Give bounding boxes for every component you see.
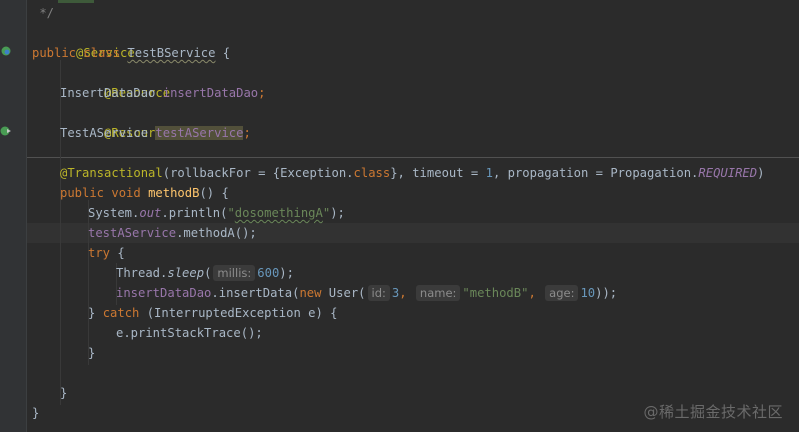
- keyword: public: [32, 46, 77, 60]
- code-line-17: }: [88, 346, 96, 360]
- brace: {: [215, 46, 231, 60]
- type-name: InsertDataDao: [60, 86, 156, 100]
- catch-clause: (InterruptedException e) {: [139, 306, 338, 320]
- param-hint: age:: [545, 285, 579, 301]
- keyword: catch: [102, 306, 140, 320]
- field-name: insertDataDao: [162, 86, 259, 100]
- field-ref: insertDataDao: [116, 286, 212, 300]
- code-line-10: System.out.println("dosomethingA");: [88, 203, 345, 223]
- param-hint: id:: [367, 285, 390, 301]
- transactional-annotation: @Transactional: [60, 166, 163, 180]
- type-name: TestAService: [60, 126, 149, 140]
- scroll-marker: [58, 0, 94, 3]
- constructor-call: User(: [321, 286, 366, 300]
- enum-constant: REQUIRED: [698, 166, 758, 180]
- keyword: void: [111, 186, 141, 200]
- annotation-args: }, timeout =: [390, 166, 486, 180]
- code-line-2: public class TestBService {: [32, 43, 230, 63]
- code-line-15: } catch (InterruptedException e) {: [88, 303, 338, 323]
- number-literal: 600: [257, 266, 280, 280]
- annotation-args: (rollbackFor = {Exception.: [162, 166, 354, 180]
- keyword: public: [60, 186, 105, 200]
- code-line-4: InsertDataDao insertDataDao;: [60, 83, 265, 103]
- code-line-16: e.printStackTrace();: [116, 326, 263, 340]
- annotation-args: , propagation = Propagation.: [492, 166, 699, 180]
- keyword: try: [88, 246, 111, 260]
- annotation-args: ): [757, 166, 765, 180]
- string-literal: "methodB": [462, 286, 529, 300]
- class-ref: System.: [88, 206, 140, 220]
- string-literal: dosomethingA: [234, 206, 323, 220]
- paren: (: [204, 266, 212, 280]
- comma: ,: [399, 286, 407, 300]
- method-call: .println(: [161, 206, 228, 220]
- statement-end: ));: [595, 286, 618, 300]
- semicolon: ;: [258, 86, 266, 100]
- semicolon: ;: [243, 126, 251, 140]
- param-hint: name:: [415, 285, 461, 301]
- code-line-1: @Service: [32, 23, 135, 60]
- editor-gutter[interactable]: [0, 0, 26, 432]
- comment-close: */: [32, 6, 55, 20]
- method-call: .insertData(: [211, 286, 300, 300]
- class-name: TestBService: [127, 46, 216, 60]
- code-line-11: testAService.methodA();: [88, 223, 257, 243]
- code-line-3: @Resource: [60, 63, 170, 100]
- code-line-9: public void methodB() {: [60, 183, 229, 203]
- code-line-5: @Resource: [60, 103, 170, 140]
- code-line-13: Thread.sleep(millis: 600);: [116, 263, 294, 283]
- autowired-navigate-icon[interactable]: [0, 125, 12, 137]
- watermark: @稀土掘金技术社区: [643, 403, 783, 421]
- code-line-19: }: [60, 386, 68, 400]
- keyword: class: [353, 166, 391, 180]
- method-params: () {: [199, 186, 229, 200]
- code-editor[interactable]: */ @Service public class TestBService { …: [0, 0, 799, 432]
- method-name: methodB: [148, 186, 200, 200]
- field-name-highlighted: testAService: [155, 126, 244, 140]
- static-method: sleep: [167, 266, 205, 280]
- method-call: .methodA();: [176, 226, 257, 240]
- field-ref: testAService: [88, 226, 177, 240]
- keyword: class: [83, 46, 121, 60]
- brace: }: [88, 306, 103, 320]
- param-hint: millis:: [213, 265, 256, 281]
- code-line-6: TestAService testAService;: [60, 123, 251, 143]
- class-ref: Thread.: [116, 266, 168, 280]
- code-line-20: }: [32, 406, 40, 420]
- brace: {: [110, 246, 125, 260]
- static-field: out: [139, 206, 162, 220]
- string-quote: ": [227, 206, 235, 220]
- number-literal: 10: [580, 286, 596, 300]
- number-literal: 1: [485, 166, 493, 180]
- keyword: new: [299, 286, 322, 300]
- statement-end: );: [279, 266, 294, 280]
- gutter-separator: [26, 0, 27, 432]
- comma: ,: [528, 286, 536, 300]
- code-line-14: insertDataDao.insertData(new User(id: 3, …: [116, 283, 617, 303]
- method-separator: [27, 157, 799, 158]
- code-line-8: @Transactional(rollbackFor = {Exception.…: [60, 163, 764, 183]
- code-line-12: try {: [88, 243, 125, 263]
- spring-bean-icon[interactable]: [0, 45, 12, 57]
- statement-end: );: [330, 206, 345, 220]
